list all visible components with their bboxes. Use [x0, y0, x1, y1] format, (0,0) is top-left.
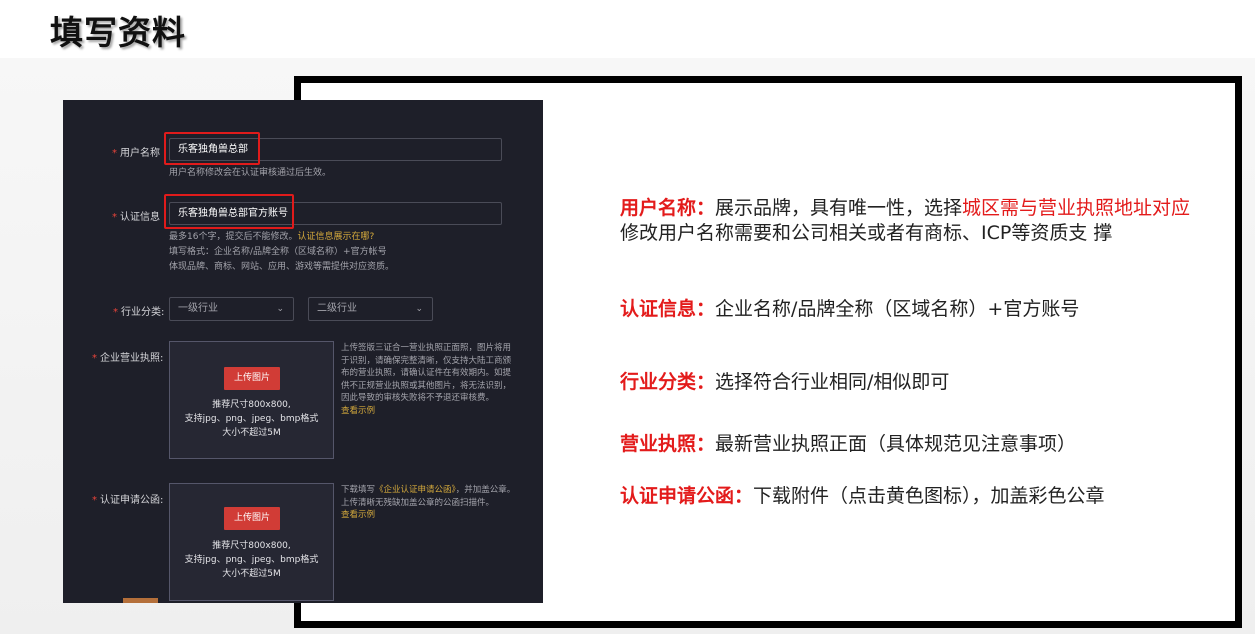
license-upload-button[interactable]: 上传图片	[224, 367, 280, 390]
letter-example-link[interactable]: 查看示例	[341, 510, 375, 520]
cert-info-hint: 最多16个字，提交后不能修改。认证信息展示在哪?	[169, 232, 375, 242]
explanation-cert-info: 认证信息：企业名称/品牌全称（区域名称）+官方账号	[620, 298, 1080, 320]
explanation-industry: 行业分类：选择符合行业相同/相似即可	[620, 371, 950, 393]
cert-info-qualification-hint: 体现品牌、商标、网站、应用、游戏等需提供对应资质。	[169, 262, 395, 272]
required-mark: *	[92, 495, 97, 506]
chevron-down-icon: ⌄	[276, 304, 284, 314]
license-format-note: 支持jpg、png、jpeg、bmp格式	[184, 414, 319, 424]
bottom-button-edge	[123, 598, 158, 603]
cert-info-label: * 认证信息	[112, 212, 160, 223]
required-mark: *	[112, 148, 117, 159]
letter-format-note: 支持jpg、png、jpeg、bmp格式	[184, 555, 319, 565]
explanation-username: 用户名称：展示品牌，具有唯一性，选择城区需与营业执照地址对应修改用户名称需要和公…	[620, 197, 1191, 244]
letter-guidelines: 下载填写《企业认证申请公函》，并加盖公章。上传清晰无残缺加盖公章的公函扫描件。 …	[341, 485, 516, 520]
username-highlight-box	[164, 132, 260, 165]
letter-upload-button[interactable]: 上传图片	[224, 507, 280, 530]
license-limit-note: 大小不超过5M	[222, 428, 281, 438]
required-mark: *	[113, 307, 118, 318]
letter-limit-note: 大小不超过5M	[222, 569, 281, 579]
license-guidelines: 上传签版三证合一营业执照正面照，图片将用于识别，请确保完整清晰，仅支持大陆工商颁…	[341, 343, 512, 416]
industry-label: * 行业分类:	[113, 307, 165, 318]
page-title: 填写资料	[50, 13, 186, 52]
license-example-link[interactable]: 查看示例	[341, 406, 375, 416]
letter-size-note: 推荐尺寸800x800,	[212, 541, 291, 551]
required-mark: *	[112, 212, 117, 223]
letter-label: * 认证申请公函:	[92, 495, 164, 506]
explanation-license: 营业执照：最新营业执照正面（具体规范见注意事项）	[620, 433, 1077, 455]
industry-level2-select[interactable]: 二级行业 ⌄	[308, 297, 433, 321]
industry-level1-select[interactable]: 一级行业 ⌄	[169, 297, 294, 321]
letter-upload-area[interactable]: 上传图片 推荐尺寸800x800, 支持jpg、png、jpeg、bmp格式 大…	[169, 483, 334, 601]
cert-info-format-hint: 填写格式：企业名称/品牌全称（区域名称）+官方帐号	[169, 247, 387, 257]
cert-info-highlight-box	[164, 194, 294, 229]
explanation-letter: 认证申请公函：下载附件（点击黄色图标），加盖彩色公章	[620, 485, 1105, 507]
form-screenshot-panel: * 用户名称 乐客独角兽总部 用户名称修改会在认证审核通过后生效。 * 认证信息 乐…	[63, 100, 543, 603]
letter-template-link[interactable]: 《企业认证申请公函》	[375, 485, 456, 495]
license-size-note: 推荐尺寸800x800,	[212, 400, 291, 410]
username-label: * 用户名称	[112, 148, 160, 159]
chevron-down-icon: ⌄	[415, 304, 423, 314]
required-mark: *	[92, 353, 97, 364]
username-hint: 用户名称修改会在认证审核通过后生效。	[169, 168, 332, 178]
cert-display-link[interactable]: 认证信息展示在哪?	[297, 232, 374, 242]
license-label: * 企业营业执照:	[92, 353, 164, 364]
license-upload-area[interactable]: 上传图片 推荐尺寸800x800, 支持jpg、png、jpeg、bmp格式 大…	[169, 341, 334, 459]
